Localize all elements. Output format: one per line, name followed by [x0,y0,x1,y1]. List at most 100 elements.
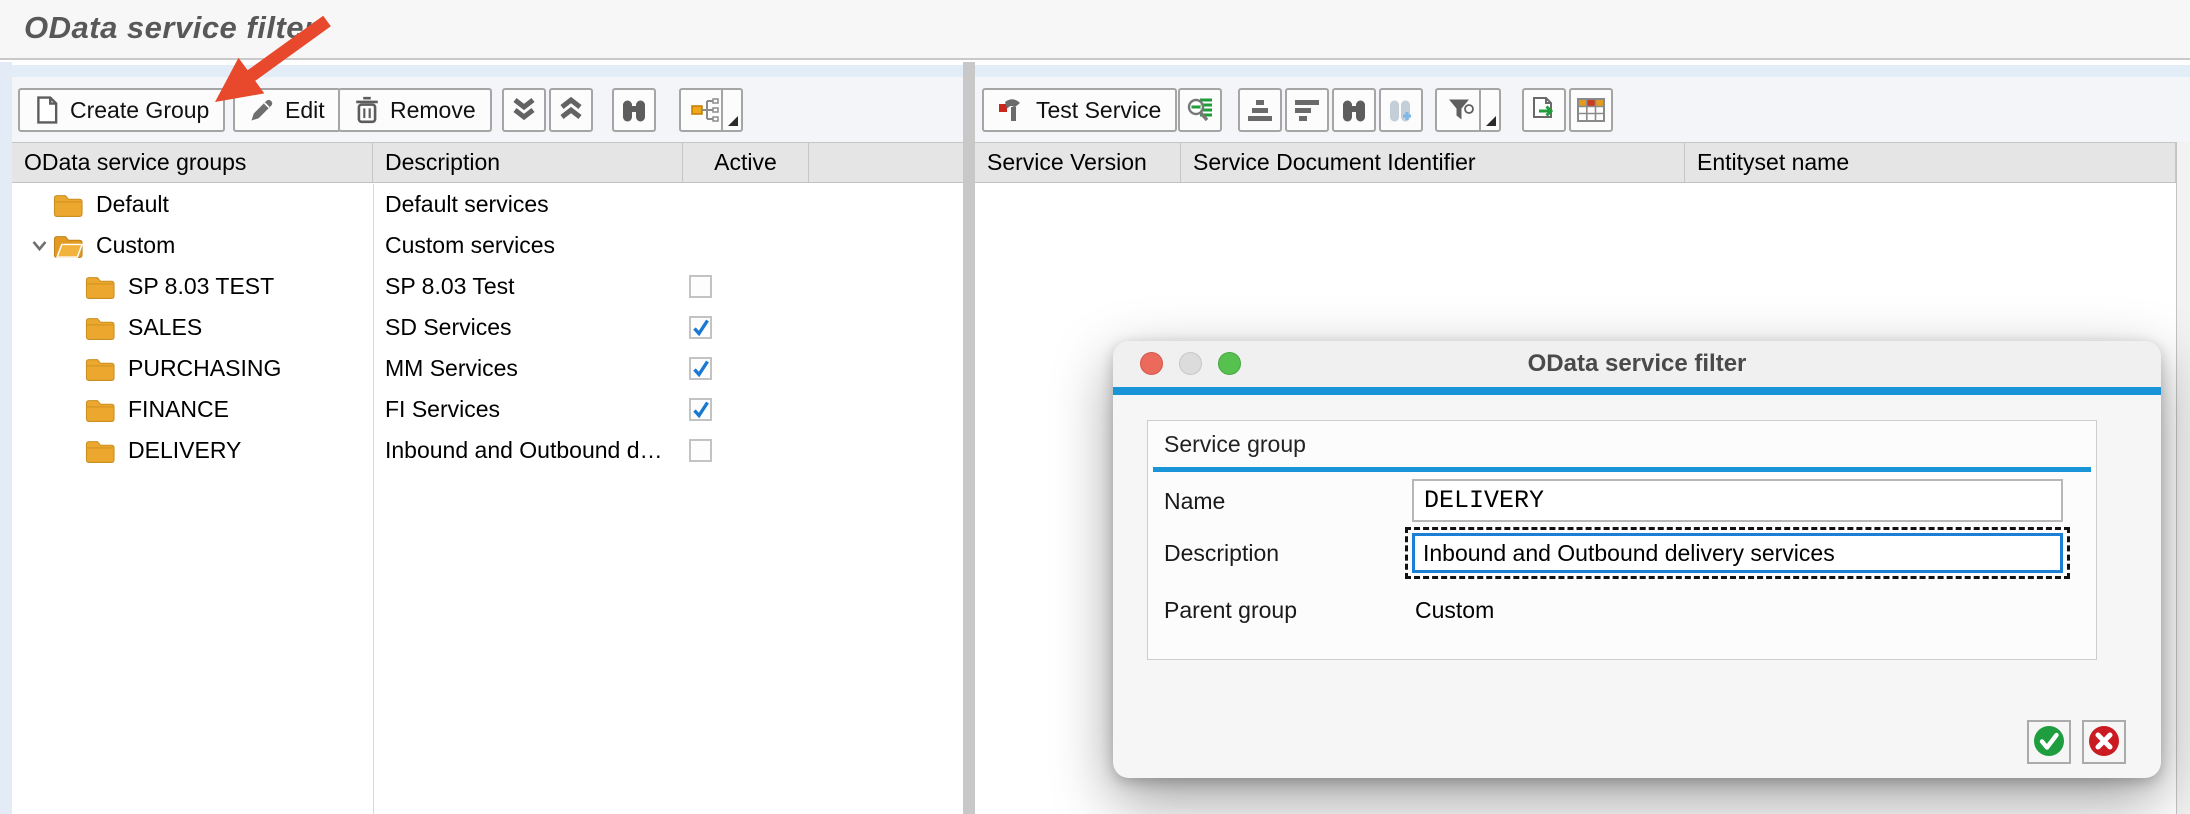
description-input[interactable]: Inbound and Outbound delivery services [1412,533,2063,573]
active-checkbox-checked[interactable] [689,398,712,421]
name-label: Name [1164,488,1225,515]
window-left-gutter [0,62,12,814]
table-row[interactable]: DELIVERY Inbound and Outbound delivery s… [12,430,963,471]
hierarchy-icon [691,97,719,123]
column-header-description[interactable]: Description [373,143,683,182]
hierarchy-dropdown-icon[interactable] [721,90,741,130]
edit-label: Edit [285,97,325,124]
sort-ascending-icon [1247,98,1273,122]
create-group-button[interactable]: Create Group [18,88,225,132]
page-title: OData service filter [24,10,317,46]
expander-icon[interactable] [26,233,52,259]
active-checkbox-unchecked[interactable] [689,275,712,298]
export-icon [1530,96,1558,124]
find-button[interactable] [612,88,656,132]
table-row[interactable]: Custom Custom services [12,225,963,266]
group-description: Inbound and Outbound delivery services [373,437,683,464]
filter-button[interactable] [1435,88,1501,132]
active-checkbox-checked[interactable] [689,357,712,380]
remove-button[interactable]: Remove [338,88,492,132]
indent-spacer [58,397,84,423]
group-name: PURCHASING [128,355,281,382]
test-service-label: Test Service [1036,97,1161,124]
table-view-button[interactable] [1569,88,1613,132]
table-row[interactable]: Default Default services [12,184,963,225]
folder-icon [84,274,118,300]
title-band: OData service filter [0,0,2190,60]
column-header-entityset-name[interactable]: Entityset name [1685,143,2176,182]
filter-dropdown-icon[interactable] [1479,90,1499,130]
dialog-accent-bar [1113,387,2161,395]
column-header-empty [809,143,963,182]
folder-icon [84,438,118,464]
double-chevron-down-icon [510,97,538,123]
cancel-x-icon [2087,724,2121,761]
group-name: Custom [96,232,175,259]
display-details-icon [1186,96,1214,124]
description-focus-outline: Inbound and Outbound delivery services [1405,527,2070,579]
services-table-header: Service Version Service Document Identif… [975,142,2190,183]
group-description: FI Services [373,396,683,423]
table-row[interactable]: FINANCE FI Services [12,389,963,430]
find-button-right[interactable] [1332,88,1376,132]
groups-table-header: OData service groups Description Active [12,142,963,183]
active-checkbox-checked[interactable] [689,316,712,339]
test-service-icon [998,96,1026,124]
folder-icon [84,356,118,382]
display-details-button[interactable] [1178,88,1222,132]
column-separator [373,184,374,814]
vertical-scrollbar[interactable] [2176,142,2190,814]
service-groups-panel: Create Group Edit Remove [12,62,963,814]
parent-group-value: Custom [1415,597,1494,624]
edit-button[interactable]: Edit [233,88,341,132]
cancel-button[interactable] [2082,720,2126,764]
folder-icon [84,397,118,423]
group-name: DELIVERY [128,437,241,464]
expand-all-button[interactable] [502,88,546,132]
hierarchy-view-button[interactable] [679,88,743,132]
find-next-icon [1387,97,1415,123]
ok-button[interactable] [2027,720,2071,764]
group-name: SP 8.03 TEST [128,273,274,300]
group-description: SP 8.03 Test [373,273,683,300]
table-row[interactable]: SP 8.03 TEST SP 8.03 Test [12,266,963,307]
column-header-groups[interactable]: OData service groups [12,143,373,182]
name-input[interactable]: DELIVERY [1412,479,2063,522]
group-name: SALES [128,314,202,341]
folder-icon [84,315,118,341]
groups-table-body: Default Default services Custom Custom s… [12,184,963,814]
description-label: Description [1164,540,1279,567]
binoculars-icon [620,97,648,123]
column-header-service-document-identifier[interactable]: Service Document Identifier [1181,143,1685,182]
trash-icon [354,96,380,124]
export-button[interactable] [1522,88,1566,132]
table-grid-icon [1577,97,1605,123]
description-value: Inbound and Outbound delivery services [1423,540,1835,567]
find-next-button[interactable] [1379,88,1423,132]
double-chevron-up-icon [557,97,585,123]
sort-descending-button[interactable] [1285,88,1329,132]
service-group-section-title: Service group [1164,431,1306,458]
service-group-box: Service group Name DELIVERY Description … [1147,420,2097,660]
table-row[interactable]: SALES SD Services [12,307,963,348]
column-header-service-version[interactable]: Service Version [975,143,1181,182]
indent-spacer [58,438,84,464]
odata-service-filter-dialog: OData service filter Service group Name … [1113,341,2161,778]
dialog-titlebar[interactable]: OData service filter [1113,341,2161,387]
collapse-all-button[interactable] [549,88,593,132]
filter-icon [1447,97,1475,123]
test-service-button[interactable]: Test Service [982,88,1177,132]
remove-label: Remove [390,97,476,124]
panel-splitter[interactable] [963,62,975,814]
group-description: SD Services [373,314,683,341]
folder-icon [52,233,86,259]
indent-spacer [58,315,84,341]
column-header-active[interactable]: Active [683,143,809,182]
parent-group-label: Parent group [1164,597,1297,624]
active-checkbox-unchecked[interactable] [689,439,712,462]
create-group-label: Create Group [70,97,209,124]
group-description: Default services [373,191,683,218]
sort-ascending-button[interactable] [1238,88,1282,132]
folder-icon [52,192,86,218]
table-row[interactable]: PURCHASING MM Services [12,348,963,389]
